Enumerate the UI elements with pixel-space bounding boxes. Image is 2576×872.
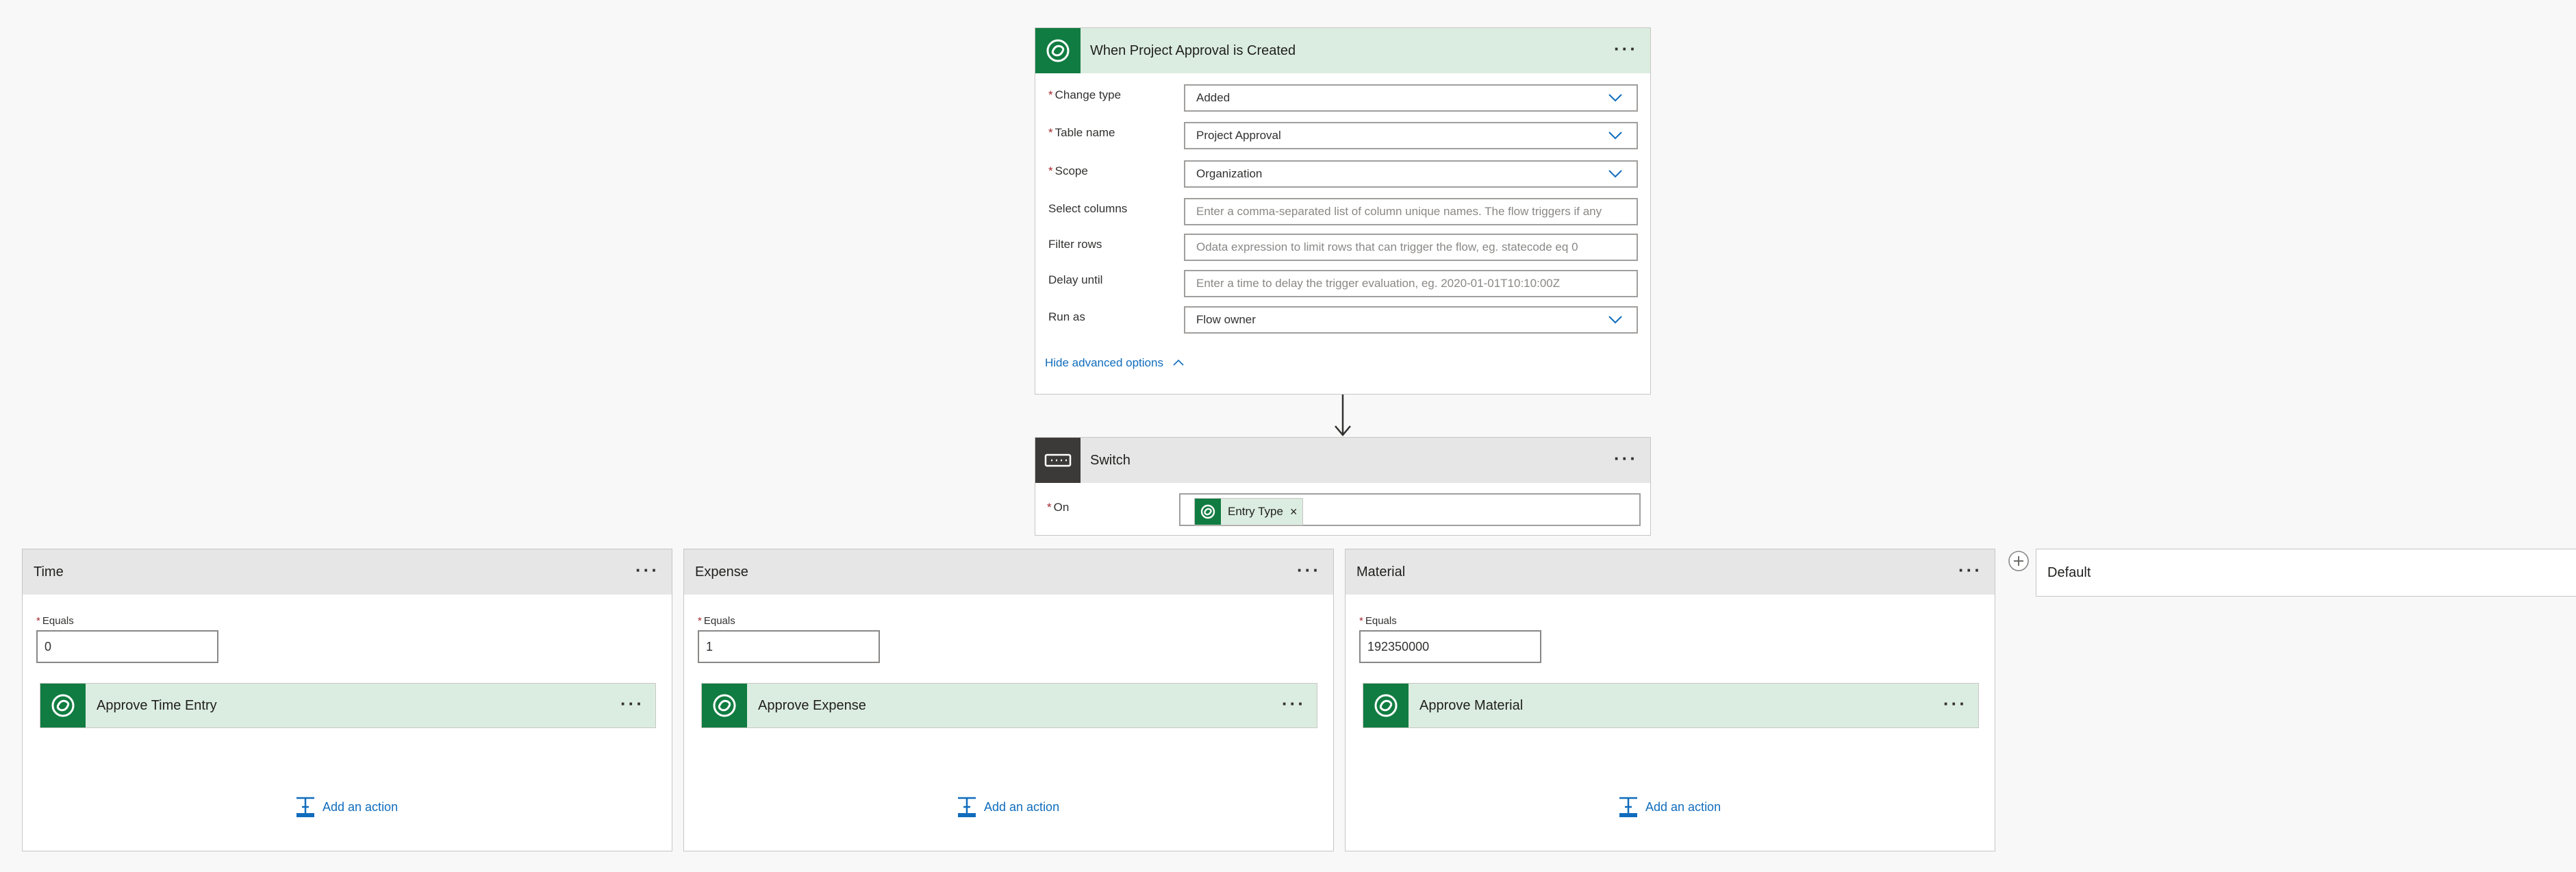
case-material-title: Material (1356, 564, 1406, 580)
add-action-label: Add an action (1645, 799, 1721, 814)
trigger-title: When Project Approval is Created (1090, 43, 1296, 58)
case-expense-equals-label: * Equals (698, 615, 735, 627)
case-expense-title: Expense (695, 564, 748, 580)
change-type-value: Added (1196, 91, 1230, 104)
approve-time-entry-action[interactable]: Approve Time Entry ··· (40, 683, 656, 728)
table-name-label: * Table name (1048, 126, 1115, 139)
case-expense-card: Expense ··· * Equals 1 Approve Expense ··… (683, 549, 1334, 851)
add-action-button[interactable]: Add an action (295, 796, 398, 818)
switch-card: Switch ··· * On Entry Type × (1035, 437, 1651, 536)
entry-type-token[interactable]: Entry Type × (1194, 498, 1304, 525)
dataverse-icon (40, 684, 86, 727)
run-as-label: Run as (1048, 310, 1085, 323)
case-time-equals-input[interactable]: 0 (36, 630, 218, 663)
dataverse-icon (1363, 684, 1409, 727)
switch-on-label: * On (1047, 501, 1070, 514)
case-time-header[interactable]: Time ··· (23, 549, 672, 595)
arrow-down-icon (1335, 395, 1351, 436)
change-type-dropdown[interactable]: Added (1184, 84, 1638, 112)
more-options-icon[interactable]: ··· (635, 549, 659, 590)
chevron-up-icon (1173, 359, 1184, 366)
more-options-icon[interactable]: ··· (1958, 549, 1982, 590)
case-expense-equals-input[interactable]: 1 (698, 630, 880, 663)
approve-expense-title: Approve Expense (758, 698, 866, 713)
run-as-value: Flow owner (1196, 313, 1256, 326)
select-columns-input[interactable]: Enter a comma-separated list of column u… (1184, 198, 1638, 225)
trigger-card: When Project Approval is Created ··· * Ch… (1035, 27, 1651, 395)
approve-time-entry-title: Approve Time Entry (97, 698, 217, 713)
add-action-label: Add an action (323, 799, 399, 814)
add-action-icon (296, 797, 314, 817)
default-case-card[interactable]: Default (2036, 549, 2576, 597)
case-time-card: Time ··· * Equals 0 Approve Time Entry ··… (22, 549, 672, 851)
case-time-equals-label: * Equals (36, 615, 74, 627)
approve-material-title: Approve Material (1419, 698, 1524, 713)
case-material-header[interactable]: Material ··· (1346, 549, 1995, 595)
switch-icon (1035, 438, 1081, 483)
run-as-dropdown[interactable]: Flow owner (1184, 306, 1638, 334)
hide-advanced-label: Hide advanced options (1045, 356, 1163, 369)
case-material-equals-label: * Equals (1359, 615, 1397, 627)
trigger-header[interactable]: When Project Approval is Created ··· (1035, 28, 1650, 73)
case-time-title: Time (34, 564, 64, 580)
chevron-down-icon (1608, 94, 1622, 102)
add-action-icon (1619, 797, 1637, 817)
filter-rows-input[interactable]: Odata expression to limit rows that can … (1184, 234, 1638, 261)
switch-header[interactable]: Switch ··· (1035, 438, 1650, 483)
filter-rows-label: Filter rows (1048, 238, 1102, 251)
remove-icon[interactable]: × (1290, 505, 1298, 519)
chevron-down-icon (1608, 132, 1622, 140)
switch-title: Switch (1090, 453, 1131, 468)
dataverse-icon (1195, 499, 1221, 525)
switch-on-input[interactable]: Entry Type × (1179, 493, 1641, 526)
select-columns-label: Select columns (1048, 202, 1128, 215)
more-options-icon[interactable]: ··· (620, 684, 644, 723)
delay-until-label: Delay until (1048, 273, 1103, 286)
plus-circle-icon[interactable] (2008, 550, 2030, 572)
add-action-icon (958, 797, 976, 817)
dataverse-icon (702, 684, 747, 727)
add-action-button[interactable]: Add an action (1618, 796, 1721, 818)
more-options-icon[interactable]: ··· (1614, 28, 1638, 69)
change-type-label: * Change type (1048, 88, 1122, 101)
table-name-dropdown[interactable]: Project Approval (1184, 122, 1638, 149)
case-material-card: Material ··· * Equals 192350000 Approve M… (1345, 549, 1995, 851)
default-case-title: Default (2047, 565, 2091, 580)
hide-advanced-options-link[interactable]: Hide advanced options (1045, 356, 1185, 370)
add-action-label: Add an action (984, 799, 1060, 814)
delay-until-input[interactable]: Enter a time to delay the trigger evalua… (1184, 270, 1638, 297)
chevron-down-icon (1608, 316, 1622, 324)
scope-label: * Scope (1048, 164, 1088, 177)
approve-expense-action[interactable]: Approve Expense ··· (701, 683, 1317, 728)
approve-material-action[interactable]: Approve Material ··· (1363, 683, 1979, 728)
case-material-equals-input[interactable]: 192350000 (1359, 630, 1541, 663)
more-options-icon[interactable]: ··· (1297, 549, 1321, 590)
scope-dropdown[interactable]: Organization (1184, 160, 1638, 188)
table-name-value: Project Approval (1196, 129, 1281, 142)
more-options-icon[interactable]: ··· (1614, 438, 1638, 479)
more-options-icon[interactable]: ··· (1943, 684, 1967, 723)
chevron-down-icon (1608, 170, 1622, 178)
entry-type-token-label: Entry Type (1228, 505, 1283, 518)
scope-value: Organization (1196, 167, 1263, 180)
add-action-button[interactable]: Add an action (957, 796, 1059, 818)
case-expense-header[interactable]: Expense ··· (684, 549, 1333, 595)
dataverse-icon (1035, 28, 1081, 73)
more-options-icon[interactable]: ··· (1282, 684, 1306, 723)
